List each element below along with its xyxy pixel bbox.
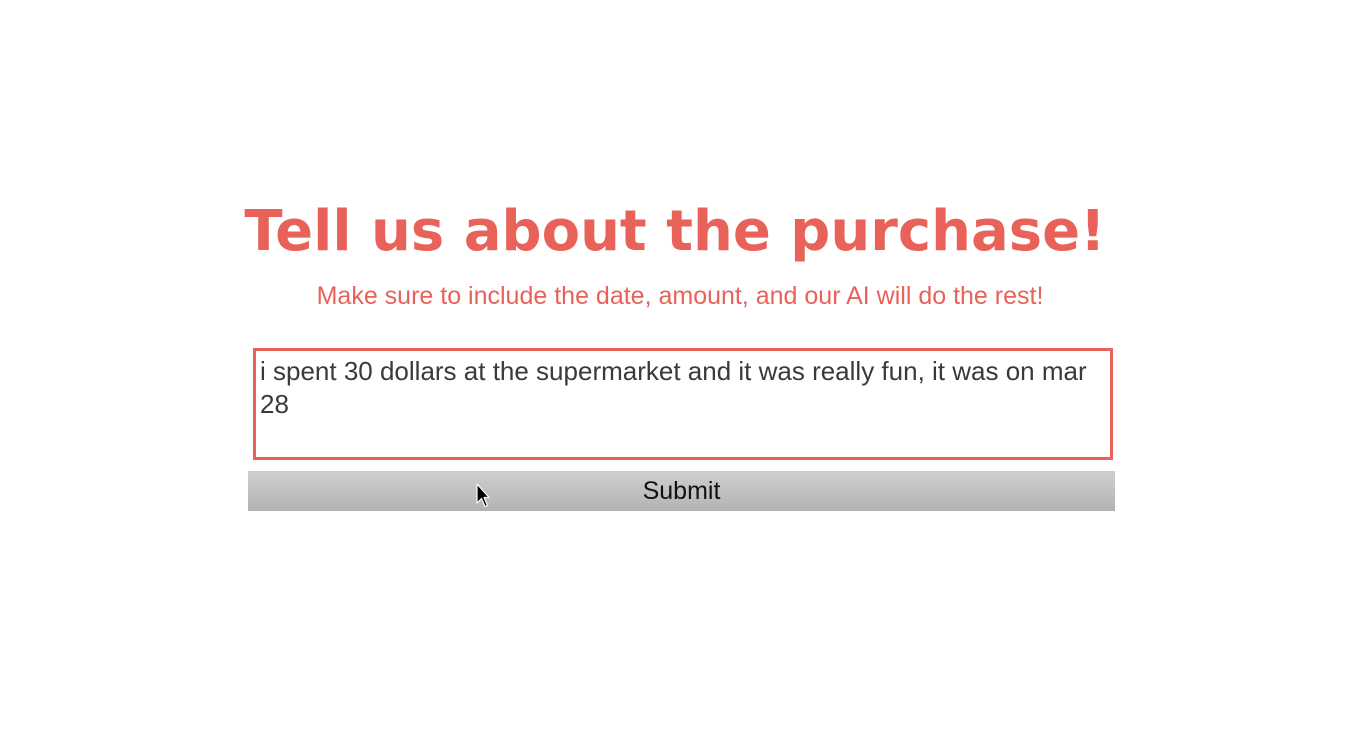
page-subtitle: Make sure to include the date, amount, a… — [316, 282, 1044, 310]
submit-button[interactable]: Submit — [248, 471, 1115, 511]
mouse-pointer-icon — [476, 483, 490, 508]
purchase-description-input[interactable]: i spent 30 dollars at the supermarket an… — [253, 348, 1113, 460]
page-title: Tell us about the purchase! — [244, 199, 1106, 264]
